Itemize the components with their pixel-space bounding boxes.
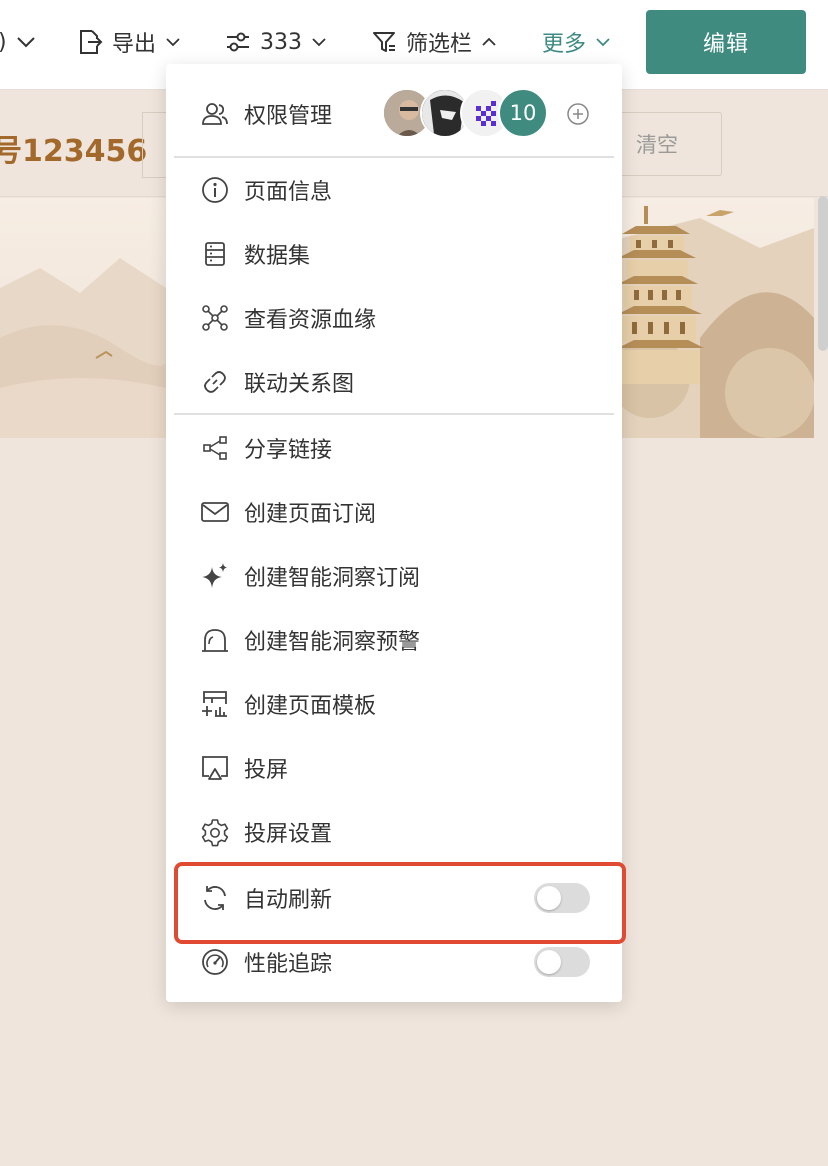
menu-item-cast[interactable]: 投屏: [166, 736, 622, 800]
dataset-icon: [200, 239, 230, 269]
menu-item-label: 数据集: [244, 244, 311, 269]
page-scrollbar[interactable]: [818, 196, 828, 351]
menu-item-label: 创建页面订阅: [244, 502, 377, 527]
sparkle-icon: [200, 561, 230, 591]
menu-item-label: 页面信息: [244, 180, 333, 205]
info-icon: [200, 175, 230, 205]
menu-item-label: 创建页面模板: [244, 694, 377, 719]
filter-icon: [373, 32, 395, 52]
menu-item-lineage[interactable]: 查看资源血缘: [166, 286, 622, 350]
menu-item-label: 查看资源血缘: [244, 308, 377, 333]
chevron-down-icon: [312, 38, 326, 47]
params-label: 333: [260, 29, 302, 55]
menu-item-label: 投屏: [244, 758, 289, 783]
menu-item-page-info[interactable]: 页面信息: [166, 158, 622, 222]
filter-bar-label: 筛选栏: [406, 32, 473, 57]
menu-item-page-template[interactable]: 创建页面模板: [166, 672, 622, 736]
link-icon: [200, 367, 230, 397]
menu-item-page-subscription[interactable]: 创建页面订阅: [166, 480, 622, 544]
edit-button[interactable]: 编辑: [646, 10, 806, 74]
menu-item-label: 联动关系图: [244, 372, 355, 397]
menu-item-label: 权限管理: [244, 104, 333, 129]
menu-item-share-link[interactable]: 分享链接: [166, 416, 622, 480]
chevron-down-icon: [596, 38, 610, 47]
menu-item-insight-alert[interactable]: 创建智能洞察预警: [166, 608, 622, 672]
chevron-up-icon: [482, 37, 496, 46]
export-icon: [80, 30, 103, 54]
share-icon: [200, 433, 230, 463]
menu-item-insight-subscription[interactable]: 创建智能洞察订阅: [166, 544, 622, 608]
cast-icon: [200, 753, 230, 783]
sliders-icon: [227, 32, 249, 52]
page-title: 号123456: [0, 134, 148, 169]
menu-item-dataset[interactable]: 数据集: [166, 222, 622, 286]
menu-item-label: 创建智能洞察订阅: [244, 566, 421, 591]
filter-bar-toggle[interactable]: 筛选栏: [370, 24, 498, 60]
highlight-frame: [174, 862, 626, 944]
performance-trace-toggle[interactable]: [534, 947, 590, 977]
more-label: 更多: [542, 32, 587, 57]
menu-item-label: 性能追踪: [244, 952, 333, 977]
gear-icon: [200, 817, 230, 847]
lineage-icon: [200, 303, 230, 333]
template-icon: [200, 689, 230, 719]
view-mode-label: ): [0, 30, 7, 55]
add-circle-icon[interactable]: [566, 102, 590, 126]
export-dropdown[interactable]: 导出: [76, 24, 182, 60]
chevron-down-icon: [166, 38, 180, 47]
mail-icon: [200, 497, 230, 527]
menu-divider: [174, 413, 614, 415]
chevron-down-icon: [16, 37, 35, 48]
alert-icon: [200, 625, 230, 655]
avatar-overflow-count: 10: [498, 88, 548, 138]
menu-item-linkage-graph[interactable]: 联动关系图: [166, 350, 622, 414]
menu-item-label: 分享链接: [244, 438, 333, 463]
view-mode-dropdown[interactable]: ): [0, 24, 37, 60]
export-label: 导出: [112, 32, 157, 57]
users-icon: [200, 99, 230, 129]
menu-item-label: 投屏设置: [244, 822, 333, 847]
more-dropdown[interactable]: 更多: [542, 24, 612, 60]
gauge-icon: [200, 947, 230, 977]
menu-item-label: 创建智能洞察预警: [244, 630, 421, 655]
params-dropdown[interactable]: 333: [224, 24, 328, 60]
menu-item-cast-settings[interactable]: 投屏设置: [166, 800, 622, 864]
